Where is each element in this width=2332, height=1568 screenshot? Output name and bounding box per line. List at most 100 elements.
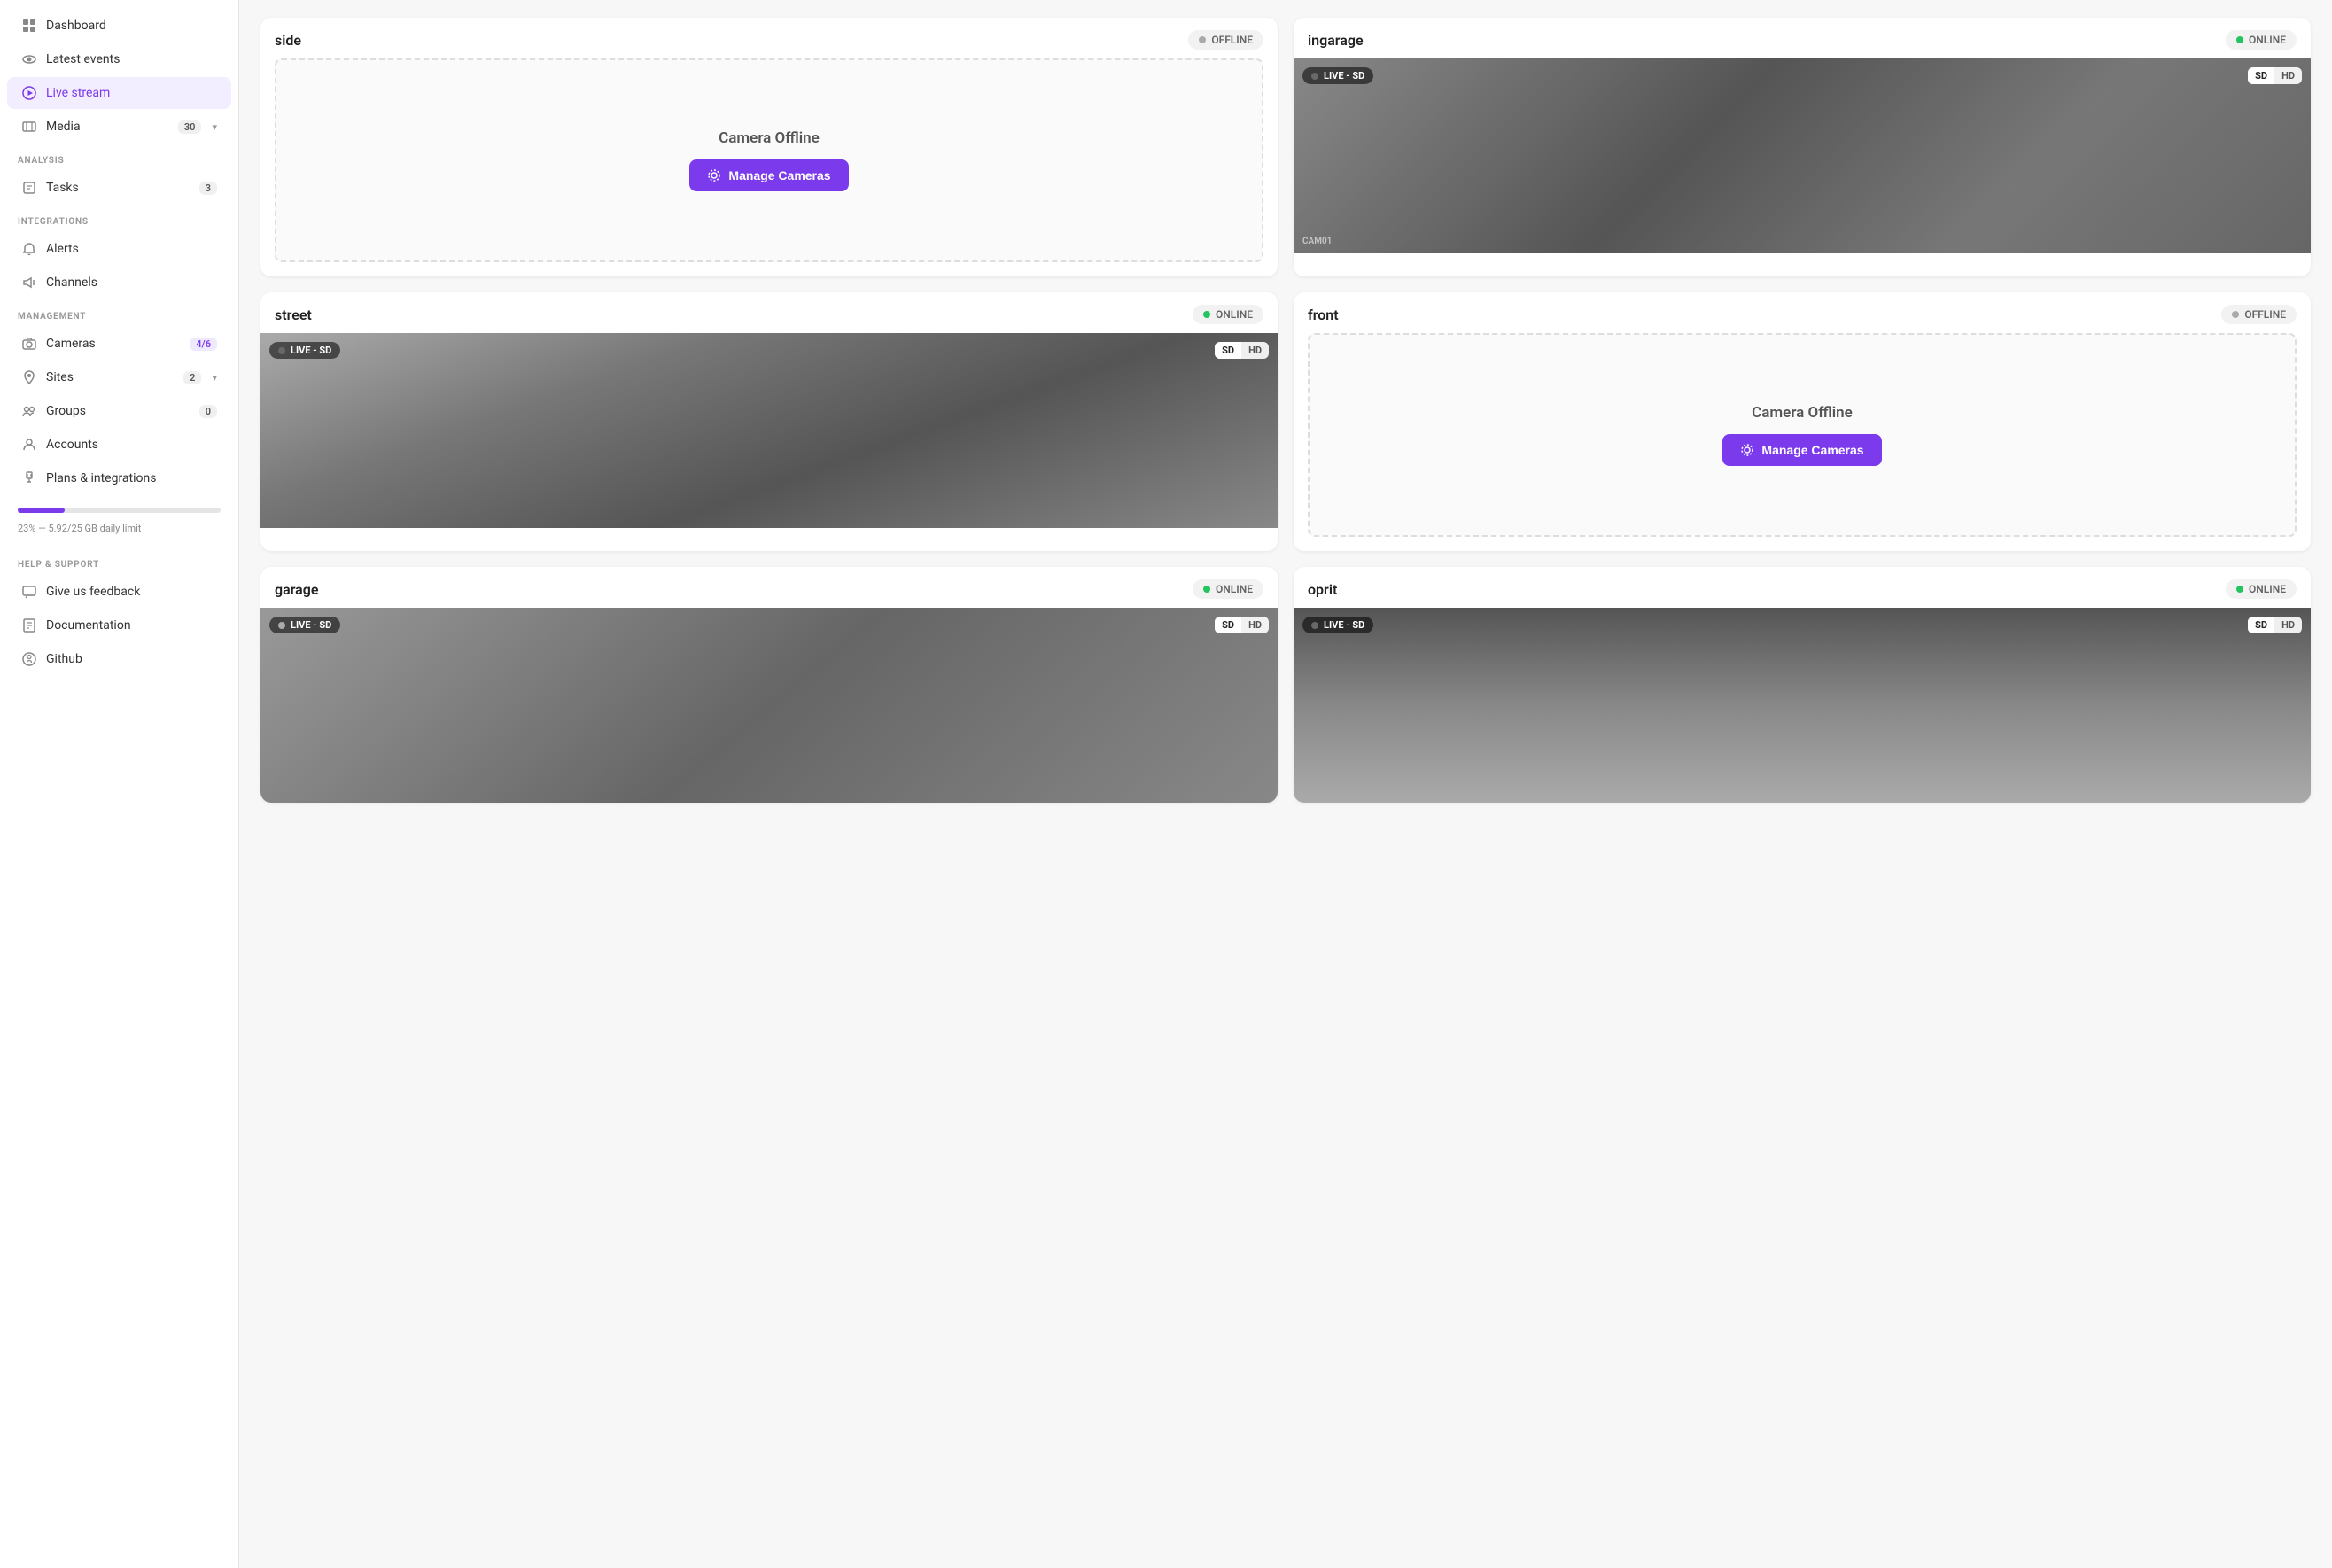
sidebar: Dashboard Latest events Live stream Medi… [0,0,239,1568]
comment-icon [21,584,37,600]
live-label-street: LIVE - SD [291,345,331,356]
manage-icon-front [1740,443,1754,457]
sidebar-item-label: Groups [46,404,190,418]
tasks-icon [21,180,37,196]
sidebar-item-label: Give us feedback [46,585,217,599]
eye-icon [21,51,37,67]
sidebar-item-label: Latest events [46,52,217,66]
groups-icon [21,403,37,419]
bell-icon [21,241,37,257]
sidebar-item-documentation[interactable]: Documentation [7,609,231,641]
analysis-section-label: ANALYSIS [0,144,238,171]
sidebar-item-label: Accounts [46,438,217,452]
status-dot-oprit [2236,586,2243,593]
plug-icon [21,470,37,486]
sidebar-item-channels[interactable]: Channels [7,267,231,299]
sidebar-item-label: Cameras [46,337,181,351]
live-indicator-garage: LIVE - SD [269,617,340,633]
grid-icon [21,18,37,34]
sidebar-item-tasks[interactable]: Tasks 3 [7,172,231,204]
storage-section: 23% — 5.92/25 GB daily limit [0,495,238,547]
camera-feed-ingarage[interactable]: LIVE - SD SD HD CAM01 [1294,58,2311,253]
integrations-section-label: INTEGRATIONS [0,205,238,232]
sidebar-item-cameras[interactable]: Cameras 4/6 [7,328,231,360]
live-dot-ingarage [1311,73,1318,80]
megaphone-icon [21,275,37,291]
offline-text-side: Camera Offline [719,129,820,147]
camera-feed-oprit[interactable]: LIVE - SD SD HD [1294,608,2311,803]
storage-bar-background [18,508,221,513]
sidebar-item-feedback[interactable]: Give us feedback [7,576,231,608]
sidebar-item-label: Dashboard [46,19,217,33]
tasks-badge: 3 [199,182,217,195]
sidebar-item-latest-events[interactable]: Latest events [7,43,231,75]
status-text-ingarage: ONLINE [2249,34,2286,46]
status-badge-street: ONLINE [1193,305,1263,324]
sidebar-item-label: Media [46,120,169,134]
quality-toggle-garage: SD HD [1215,617,1269,633]
camera-header-oprit: oprit ONLINE [1294,567,2311,608]
status-dot-ingarage [2236,36,2243,43]
sidebar-item-dashboard[interactable]: Dashboard [7,10,231,42]
camera-name-garage: garage [275,581,319,598]
camera-feed-street[interactable]: LIVE - SD SD HD [260,333,1278,528]
sidebar-item-github[interactable]: Github [7,643,231,675]
camera-card-street: street ONLINE LIVE - SD SD HD [260,292,1278,551]
help-section-label: HELP & SUPPORT [0,547,238,575]
person-icon [21,437,37,453]
film-icon [21,119,37,135]
cam-label-ingarage: CAM01 [1302,237,1332,246]
quality-hd-street[interactable]: HD [1241,342,1269,359]
sidebar-item-label: Github [46,652,217,666]
sidebar-item-media[interactable]: Media 30 ▾ [7,111,231,143]
camera-name-street: street [275,307,312,323]
status-badge-oprit: ONLINE [2226,579,2297,599]
sidebar-item-groups[interactable]: Groups 0 [7,395,231,427]
camera-card-side: side OFFLINE Camera Offline Manage Camer… [260,18,1278,276]
sidebar-item-accounts[interactable]: Accounts [7,429,231,461]
quality-hd-ingarage[interactable]: HD [2274,67,2302,84]
status-badge-ingarage: ONLINE [2226,30,2297,50]
book-icon [21,617,37,633]
quality-hd-oprit[interactable]: HD [2274,617,2302,633]
status-dot-front [2232,311,2239,318]
manage-icon [707,168,721,182]
status-badge-front: OFFLINE [2221,305,2297,324]
sites-chevron: ▾ [212,372,217,384]
camera-card-oprit: oprit ONLINE LIVE - SD SD HD [1294,567,2311,803]
sidebar-item-alerts[interactable]: Alerts [7,233,231,265]
cameras-badge: 4/6 [190,338,217,351]
status-dot-garage [1203,586,1210,593]
quality-sd-street[interactable]: SD [1215,342,1241,359]
sidebar-item-sites[interactable]: Sites 2 ▾ [7,361,231,393]
offline-text-front: Camera Offline [1752,404,1853,422]
sidebar-item-live-stream[interactable]: Live stream [7,77,231,109]
pin-icon [21,369,37,385]
camera-feed-garage[interactable]: LIVE - SD SD HD [260,608,1278,803]
sidebar-item-label: Plans & integrations [46,471,217,485]
status-badge-side: OFFLINE [1188,30,1263,50]
manage-cameras-button-front[interactable]: Manage Cameras [1722,434,1881,466]
sites-badge: 2 [183,371,201,384]
camera-header-garage: garage ONLINE [260,567,1278,608]
manage-cameras-button-side[interactable]: Manage Cameras [689,159,848,191]
quality-toggle-street: SD HD [1215,342,1269,359]
quality-sd-garage[interactable]: SD [1215,617,1241,633]
camera-name-front: front [1308,307,1339,323]
storage-label: 23% — 5.92/25 GB daily limit [18,523,141,534]
camera-grid: side OFFLINE Camera Offline Manage Camer… [260,18,2311,803]
sidebar-item-label: Documentation [46,618,217,633]
sidebar-item-plans[interactable]: Plans & integrations [7,462,231,494]
camera-card-garage: garage ONLINE LIVE - SD SD HD [260,567,1278,803]
camera-icon [21,336,37,352]
camera-card-ingarage: ingarage ONLINE LIVE - SD SD HD CAM01 [1294,18,2311,276]
live-label-ingarage: LIVE - SD [1324,70,1364,82]
status-text-oprit: ONLINE [2249,583,2286,595]
live-indicator-street: LIVE - SD [269,342,340,359]
camera-name-side: side [275,32,301,49]
live-dot-street [278,347,285,354]
quality-hd-garage[interactable]: HD [1241,617,1269,633]
github-icon [21,651,37,667]
quality-sd-ingarage[interactable]: SD [2248,67,2274,84]
quality-sd-oprit[interactable]: SD [2248,617,2274,633]
